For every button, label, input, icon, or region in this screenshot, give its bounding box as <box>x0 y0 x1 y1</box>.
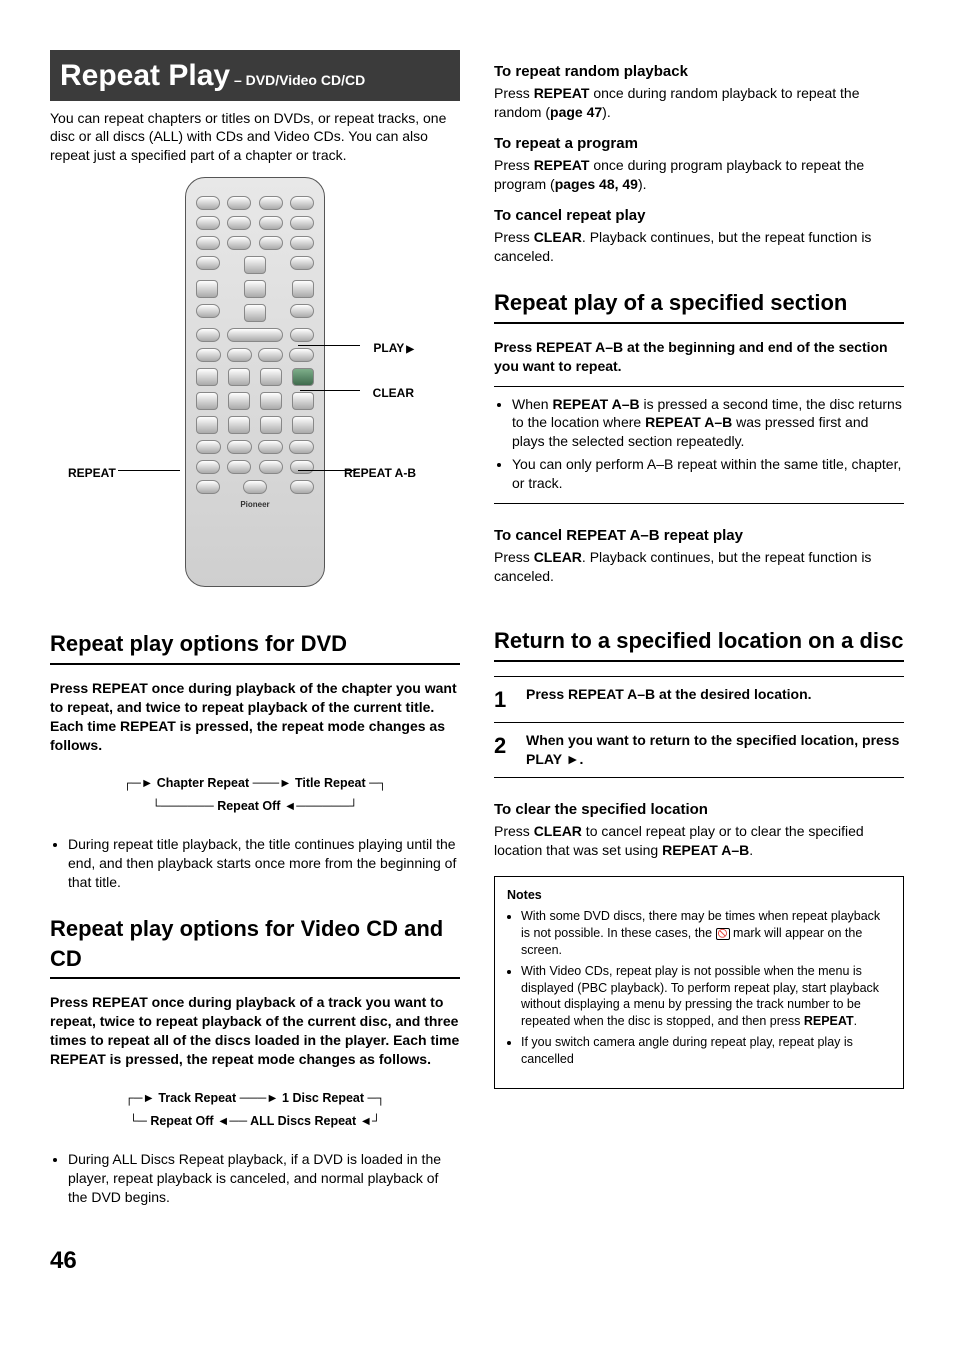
dvd-heading: Repeat play options for DVD <box>50 629 460 659</box>
remote-illustration: Pioneer PLAY CLEAR REPEAT REPEAT A-B <box>50 177 460 607</box>
right-column: To repeat random playback Press REPEAT o… <box>494 50 904 1217</box>
cancel-text: Press CLEAR. Playback continues, but the… <box>494 228 904 266</box>
vcd-instruction: Press REPEAT once during playback of a t… <box>50 993 460 1069</box>
random-text: Press REPEAT once during random playback… <box>494 84 904 122</box>
ab-bullet-2: You can only perform A–B repeat within t… <box>512 455 904 493</box>
left-column: Repeat Play – DVD/Video CD/CD You can re… <box>50 50 460 1217</box>
note-3: If you switch camera angle during repeat… <box>521 1034 891 1068</box>
intro-text: You can repeat chapters or titles on DVD… <box>50 109 460 166</box>
program-text: Press REPEAT once during program playbac… <box>494 156 904 194</box>
remote-body: Pioneer <box>185 177 325 587</box>
ab-instruction: Press REPEAT A–B at the beginning and en… <box>494 338 904 376</box>
ab-cancel-heading: To cancel REPEAT A–B repeat play <box>494 526 904 546</box>
program-heading: To repeat a program <box>494 134 904 154</box>
cancel-heading: To cancel repeat play <box>494 206 904 226</box>
dvd-instruction: Press REPEAT once during playback of the… <box>50 679 460 755</box>
clear-loc-text: Press CLEAR to cancel repeat play or to … <box>494 822 904 860</box>
step-2: When you want to return to the specified… <box>526 731 904 769</box>
note-1: With some DVD discs, there may be times … <box>521 908 891 959</box>
random-heading: To repeat random playback <box>494 62 904 82</box>
vcd-bullet: During ALL Discs Repeat playback, if a D… <box>68 1150 460 1207</box>
page-title: Repeat Play <box>60 59 230 92</box>
notes-heading: Notes <box>507 887 891 904</box>
brand-label: Pioneer <box>196 500 314 511</box>
page-title-sub: – DVD/Video CD/CD <box>230 72 365 88</box>
vcd-heading: Repeat play options for Video CD and CD <box>50 914 460 973</box>
ab-cancel-text: Press CLEAR. Playback continues, but the… <box>494 548 904 586</box>
return-steps: 1 Press REPEAT A–B at the desired locatio… <box>494 676 904 778</box>
dvd-cycle-diagram: ┌─► Chapter Repeat ───► Title Repeat ─┐ … <box>50 772 460 817</box>
step-number: 2 <box>494 731 514 761</box>
vcd-cycle-diagram: ┌─► Track Repeat ───► 1 Disc Repeat ─┐ └… <box>50 1087 460 1132</box>
callout-clear: CLEAR <box>373 385 414 401</box>
ab-heading: Repeat play of a specified section <box>494 288 904 318</box>
page-number: 46 <box>50 1245 904 1277</box>
return-heading: Return to a specified location on a disc <box>494 626 904 656</box>
callout-repeat: REPEAT <box>68 465 116 481</box>
callout-repeat-ab: REPEAT A-B <box>344 465 416 481</box>
ab-bullet-1: When REPEAT A–B is pressed a second time… <box>512 395 904 452</box>
callout-play: PLAY <box>373 340 414 357</box>
note-2: With Video CDs, repeat play is not possi… <box>521 963 891 1031</box>
notes-box: Notes With some DVD discs, there may be … <box>494 876 904 1089</box>
page-title-bar: Repeat Play – DVD/Video CD/CD <box>50 50 460 101</box>
step-number: 1 <box>494 685 514 715</box>
step-1: Press REPEAT A–B at the desired location… <box>526 685 904 704</box>
prohibit-icon: 🚫 <box>716 928 730 940</box>
dvd-bullet: During repeat title playback, the title … <box>68 835 460 892</box>
clear-loc-heading: To clear the specified location <box>494 800 904 820</box>
